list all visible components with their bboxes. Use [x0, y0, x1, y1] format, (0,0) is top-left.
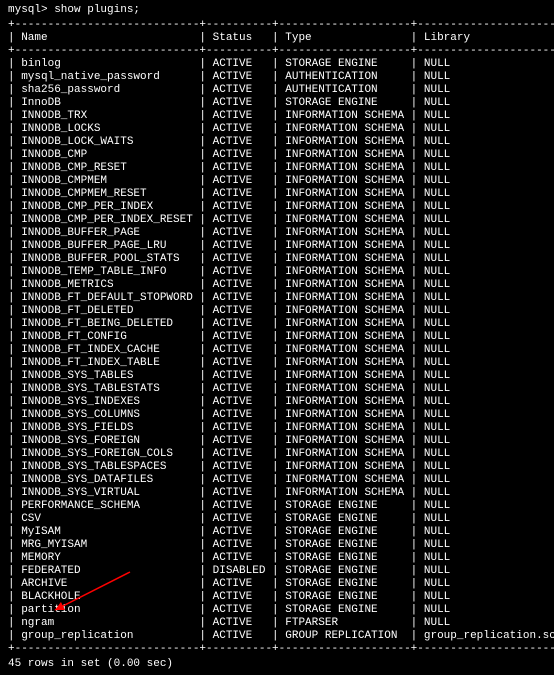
table-separator: +----------------------------+----------…: [8, 19, 546, 32]
table-row: | INNODB_CMPMEM | ACTIVE | INFORMATION S…: [8, 175, 546, 188]
table-row: | INNODB_SYS_FOREIGN_COLS | ACTIVE | INF…: [8, 448, 546, 461]
table-row: | INNODB_CMPMEM_RESET | ACTIVE | INFORMA…: [8, 188, 546, 201]
table-separator: +----------------------------+----------…: [8, 45, 546, 58]
table-row: | INNODB_SYS_TABLESPACES | ACTIVE | INFO…: [8, 461, 546, 474]
table-row: | MRG_MYISAM | ACTIVE | STORAGE ENGINE |…: [8, 539, 546, 552]
table-row: | INNODB_SYS_TABLES | ACTIVE | INFORMATI…: [8, 370, 546, 383]
table-row: | CSV | ACTIVE | STORAGE ENGINE | NULL |…: [8, 513, 546, 526]
table-row: | INNODB_LOCKS | ACTIVE | INFORMATION SC…: [8, 123, 546, 136]
table-row: | INNODB_TEMP_TABLE_INFO | ACTIVE | INFO…: [8, 266, 546, 279]
table-row: | ngram | ACTIVE | FTPARSER | NULL | GPL…: [8, 617, 546, 630]
table-row: | PERFORMANCE_SCHEMA | ACTIVE | STORAGE …: [8, 500, 546, 513]
table-row: | MyISAM | ACTIVE | STORAGE ENGINE | NUL…: [8, 526, 546, 539]
table-row: | INNODB_BUFFER_PAGE | ACTIVE | INFORMAT…: [8, 227, 546, 240]
table-row: | MEMORY | ACTIVE | STORAGE ENGINE | NUL…: [8, 552, 546, 565]
table-row: | INNODB_FT_INDEX_CACHE | ACTIVE | INFOR…: [8, 344, 546, 357]
table-row: | FEDERATED | DISABLED | STORAGE ENGINE …: [8, 565, 546, 578]
result-footer: 45 rows in set (0.00 sec): [8, 658, 546, 671]
table-row: | INNODB_SYS_FOREIGN | ACTIVE | INFORMAT…: [8, 435, 546, 448]
table-row: | INNODB_FT_INDEX_TABLE | ACTIVE | INFOR…: [8, 357, 546, 370]
table-row: | INNODB_SYS_VIRTUAL | ACTIVE | INFORMAT…: [8, 487, 546, 500]
table-row: | INNODB_FT_BEING_DELETED | ACTIVE | INF…: [8, 318, 546, 331]
table-row: | INNODB_FT_CONFIG | ACTIVE | INFORMATIO…: [8, 331, 546, 344]
table-row: | INNODB_BUFFER_POOL_STATS | ACTIVE | IN…: [8, 253, 546, 266]
table-row: | partition | ACTIVE | STORAGE ENGINE | …: [8, 604, 546, 617]
table-row: | INNODB_FT_DEFAULT_STOPWORD | ACTIVE | …: [8, 292, 546, 305]
table-row: | INNODB_SYS_TABLESTATS | ACTIVE | INFOR…: [8, 383, 546, 396]
table-row: | INNODB_CMP_RESET | ACTIVE | INFORMATIO…: [8, 162, 546, 175]
table-row: | INNODB_CMP | ACTIVE | INFORMATION SCHE…: [8, 149, 546, 162]
table-row: | INNODB_SYS_COLUMNS | ACTIVE | INFORMAT…: [8, 409, 546, 422]
table-row: | INNODB_CMP_PER_INDEX | ACTIVE | INFORM…: [8, 201, 546, 214]
table-row: | INNODB_TRX | ACTIVE | INFORMATION SCHE…: [8, 110, 546, 123]
table-row: | INNODB_METRICS | ACTIVE | INFORMATION …: [8, 279, 546, 292]
table-row: | INNODB_SYS_FIELDS | ACTIVE | INFORMATI…: [8, 422, 546, 435]
table-row: | InnoDB | ACTIVE | STORAGE ENGINE | NUL…: [8, 97, 546, 110]
table-row: | binlog | ACTIVE | STORAGE ENGINE | NUL…: [8, 58, 546, 71]
plugins-table: +----------------------------+----------…: [8, 19, 546, 656]
table-row: | BLACKHOLE | ACTIVE | STORAGE ENGINE | …: [8, 591, 546, 604]
table-row: | INNODB_SYS_INDEXES | ACTIVE | INFORMAT…: [8, 396, 546, 409]
table-row: | INNODB_CMP_PER_INDEX_RESET | ACTIVE | …: [8, 214, 546, 227]
table-row: | INNODB_FT_DELETED | ACTIVE | INFORMATI…: [8, 305, 546, 318]
table-row: | INNODB_LOCK_WAITS | ACTIVE | INFORMATI…: [8, 136, 546, 149]
table-row: | mysql_native_password | ACTIVE | AUTHE…: [8, 71, 546, 84]
table-row: | INNODB_BUFFER_PAGE_LRU | ACTIVE | INFO…: [8, 240, 546, 253]
table-separator: +----------------------------+----------…: [8, 643, 546, 656]
table-row: | group_replication | ACTIVE | GROUP REP…: [8, 630, 546, 643]
table-header-row: | Name | Status | Type | Library | Licen…: [8, 32, 546, 45]
table-row: | ARCHIVE | ACTIVE | STORAGE ENGINE | NU…: [8, 578, 546, 591]
table-row: | sha256_password | ACTIVE | AUTHENTICAT…: [8, 84, 546, 97]
mysql-prompt[interactable]: mysql> show plugins;: [8, 4, 546, 17]
table-row: | INNODB_SYS_DATAFILES | ACTIVE | INFORM…: [8, 474, 546, 487]
